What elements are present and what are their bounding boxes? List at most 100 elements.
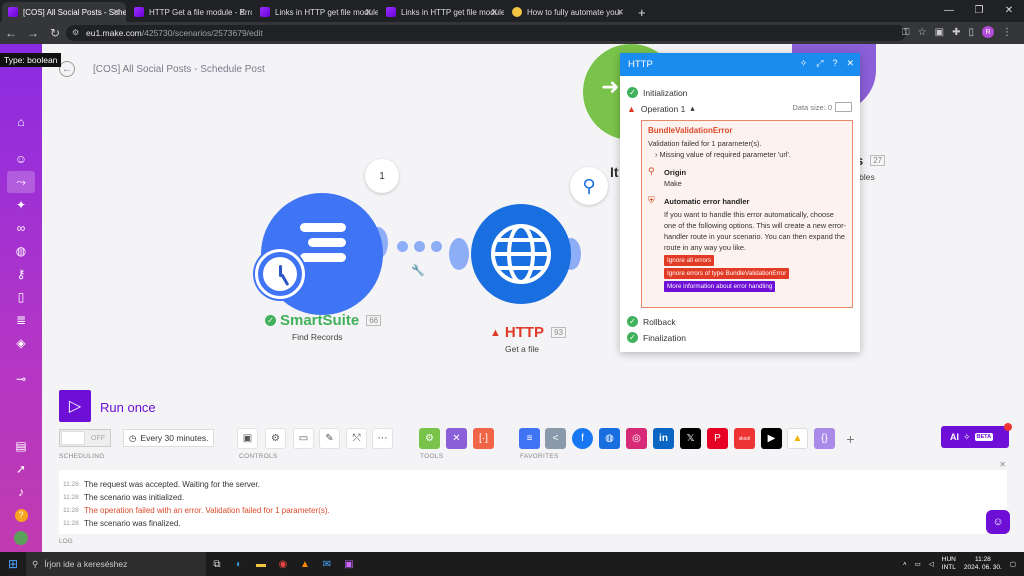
auto-align-icon[interactable]: ✎	[319, 428, 340, 449]
menu-dots-icon[interactable]: ⋮	[1002, 27, 1012, 38]
close-window-icon[interactable]: ✕	[994, 0, 1024, 20]
browser-tab[interactable]: HTTP Get a file module - Error: ✕	[128, 2, 252, 22]
smartsuite-fav-icon[interactable]: ≡	[519, 428, 540, 449]
close-tab-icon[interactable]: ✕	[112, 7, 120, 18]
error-detail[interactable]: › Missing value of required parameter 'u…	[648, 149, 846, 160]
google-drive-icon[interactable]: ▲	[787, 428, 808, 449]
flow-control-icon[interactable]: ⊸	[7, 368, 35, 390]
run-once-button[interactable]: ▷	[59, 390, 91, 422]
run-once-label[interactable]: Run once	[100, 400, 156, 415]
rocket-icon[interactable]: ➚	[7, 458, 35, 480]
browser-tab[interactable]: Links in HTTP get file module er ✕	[380, 2, 504, 22]
site-info-icon[interactable]: ⚙	[72, 28, 79, 37]
edge-icon[interactable]: ◐	[228, 552, 250, 576]
scenario-canvas[interactable]: ← [COS] All Social Posts - Schedule Post…	[42, 44, 1024, 389]
facebook-icon[interactable]: f	[572, 428, 593, 449]
settings-gear-icon[interactable]: ⚙	[265, 428, 286, 449]
save-icon[interactable]: ▣	[237, 428, 258, 449]
pinterest-icon[interactable]: P	[707, 428, 728, 449]
datastores-icon[interactable]: ≣	[7, 309, 35, 331]
windows-start-icon[interactable]: ⊞	[0, 552, 26, 576]
operations-bubble[interactable]: 1	[365, 159, 399, 193]
network-icon[interactable]: ▭	[915, 560, 921, 568]
scheduling-toggle[interactable]: OFF	[59, 429, 111, 447]
ignore-error-type-button[interactable]: Ignore errors of type BundleValidationEr…	[664, 268, 790, 279]
sidepanel-icon[interactable]: ▯	[968, 27, 974, 38]
star-icon[interactable]: ☆	[918, 27, 927, 38]
scenarios-icon[interactable]: ⤳	[7, 171, 35, 193]
rollback-row[interactable]: ✓ Rollback	[627, 316, 676, 327]
close-tab-icon[interactable]: ✕	[490, 7, 498, 18]
clock[interactable]: 11:28 2024. 06. 30.	[964, 556, 1002, 572]
browser-tab[interactable]: How to fully automate your ✕	[506, 2, 630, 22]
minimize-icon[interactable]: —	[934, 0, 964, 20]
route-settings-icon[interactable]: 🔧	[411, 264, 425, 277]
finalization-row[interactable]: ✓ Finalization	[627, 332, 686, 343]
close-log-icon[interactable]: ✕	[999, 460, 1006, 469]
close-tab-icon[interactable]: ✕	[364, 7, 372, 18]
reload-icon[interactable]: ↻	[44, 26, 66, 40]
help-book-icon[interactable]: ▤	[7, 435, 35, 457]
http-globe-fav-icon[interactable]: ◍	[599, 428, 620, 449]
http-connector-left[interactable]	[449, 238, 469, 270]
ai-sparkle-icon[interactable]: ✧	[800, 58, 808, 69]
execution-log[interactable]: 11:28 The request was accepted. Waiting f…	[59, 470, 1007, 534]
chrome-icon[interactable]: ◉	[272, 552, 294, 576]
text-parser-icon[interactable]: [·]	[473, 428, 494, 449]
url-field[interactable]: ⚙ eu1.make.com/425730/scenarios/2573679/…	[66, 25, 906, 41]
help-icon[interactable]: ?	[832, 58, 837, 69]
back-arrow-icon[interactable]: ←	[0, 26, 22, 40]
home-icon[interactable]: ⌂	[7, 111, 35, 133]
file-explorer-icon[interactable]: ▬	[250, 552, 272, 576]
vlc-icon[interactable]: ▲	[294, 552, 316, 576]
chat-support-icon[interactable]: ☺	[986, 510, 1010, 534]
linkedin-icon[interactable]: in	[653, 428, 674, 449]
app-icon[interactable]: ▣	[338, 552, 360, 576]
language-indicator[interactable]: HUN INTL	[942, 556, 956, 572]
ignore-all-errors-button[interactable]: Ignore all errors	[664, 255, 715, 266]
key-icon[interactable]: ⚿	[902, 27, 910, 38]
skool-icon[interactable]: skool	[734, 428, 755, 449]
explain-flow-icon[interactable]: ⤲	[346, 428, 367, 449]
templates-icon[interactable]: ✦	[7, 194, 35, 216]
collapse-caret-icon[interactable]: ▴	[690, 103, 694, 114]
x-twitter-icon[interactable]: 𝕏	[680, 428, 701, 449]
user-avatar[interactable]	[7, 527, 35, 549]
json-icon[interactable]: {}	[814, 428, 835, 449]
schedule-setting[interactable]: ◷ Every 30 minutes.	[123, 429, 215, 447]
execution-inspector-panel[interactable]: HTTP ✧ ⤢ ? ✕ ✓ Initialization ▲ Operation …	[620, 53, 860, 352]
route-connector[interactable]	[397, 241, 442, 252]
add-favorite-icon[interactable]: +	[840, 428, 861, 449]
http-module[interactable]	[471, 204, 571, 304]
tools-gear-icon[interactable]: ⚙	[419, 428, 440, 449]
notifications-icon[interactable]: ♪	[7, 481, 35, 503]
inspect-magnifier-icon[interactable]: ⚲	[570, 167, 608, 205]
browser-tab-active[interactable]: [COS] All Social Posts - Schedule✕	[2, 2, 126, 22]
puzzle-icon[interactable]: ✚	[952, 27, 960, 38]
devices-icon[interactable]: ▯	[7, 286, 35, 308]
more-dots-icon[interactable]: ⋯	[372, 428, 393, 449]
close-tab-icon[interactable]: ✕	[238, 7, 246, 18]
youtube-icon[interactable]: ▶	[761, 428, 782, 449]
operation-row[interactable]: ▲ Operation 1 ▴	[627, 103, 695, 114]
schedule-clock-icon[interactable]	[255, 249, 305, 299]
mail-icon[interactable]: ✉	[316, 552, 338, 576]
share-fav-icon[interactable]: <	[545, 428, 566, 449]
keys-icon[interactable]: ⚷	[7, 263, 35, 285]
help-icon[interactable]: ?	[7, 504, 35, 526]
volume-icon[interactable]: ◁	[929, 560, 934, 568]
datastructures-icon[interactable]: ◈	[7, 332, 35, 354]
more-info-error-handling-button[interactable]: More information about error handling	[664, 281, 776, 292]
expand-icon[interactable]: ⤢	[816, 58, 823, 69]
webhooks-icon[interactable]: ◍	[7, 240, 35, 262]
team-icon[interactable]: ☺	[7, 148, 35, 170]
tray-chevron-icon[interactable]: ˄	[903, 561, 907, 568]
profile-avatar[interactable]: R	[982, 26, 994, 38]
forward-arrow-icon[interactable]: →	[22, 26, 44, 40]
close-tab-icon[interactable]: ✕	[616, 7, 624, 18]
data-size-toggle[interactable]	[835, 102, 852, 112]
browser-tab[interactable]: Links in HTTP get file module er ✕	[254, 2, 378, 22]
notes-icon[interactable]: ▭	[293, 428, 314, 449]
extension-icon[interactable]: ▣	[935, 27, 944, 38]
initialization-row[interactable]: ✓ Initialization	[627, 87, 687, 98]
